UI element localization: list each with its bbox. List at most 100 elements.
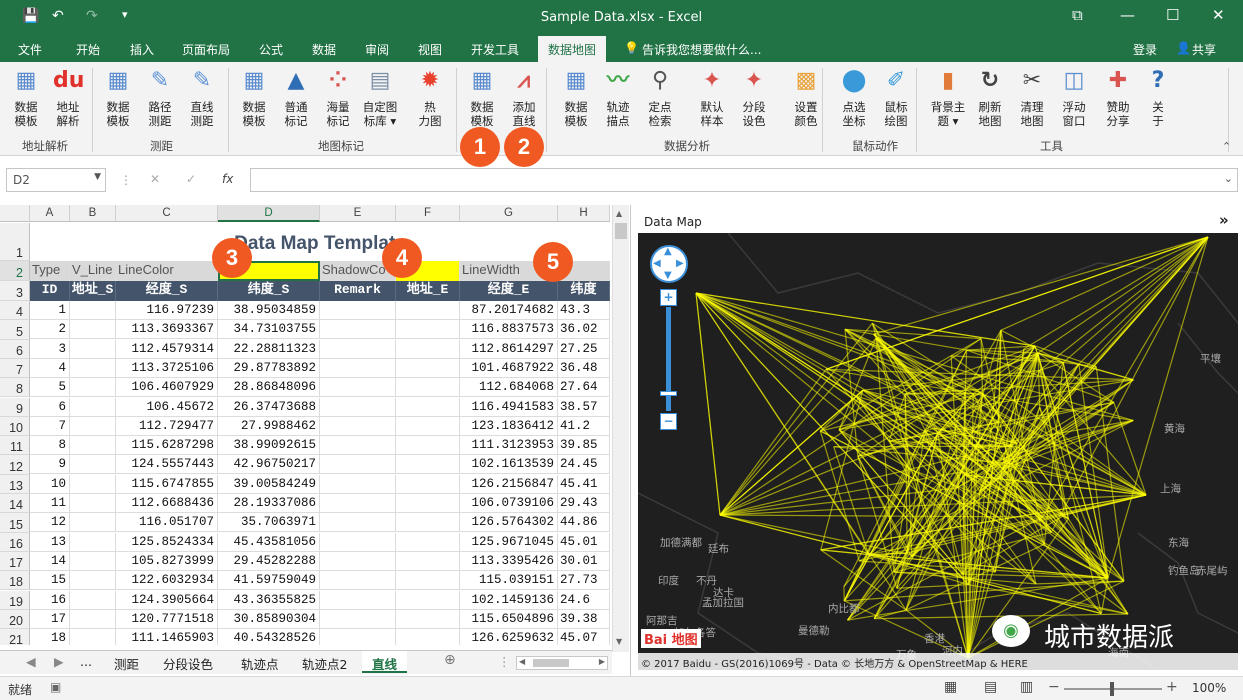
table-cell[interactable]: 113.3693367 xyxy=(116,320,218,340)
table-cell[interactable]: 5 xyxy=(30,378,70,398)
table-cell[interactable]: 39.38 xyxy=(558,609,610,629)
pan-left-icon[interactable]: ◀ xyxy=(653,258,661,269)
column-header[interactable]: B xyxy=(70,205,116,222)
ribbon-display-icon[interactable]: ⧉ xyxy=(1072,6,1083,24)
row-header[interactable]: 20 xyxy=(0,609,30,630)
table-cell[interactable]: 36.02 xyxy=(558,320,610,340)
prev-sheet-icon[interactable]: ◀ xyxy=(26,654,36,669)
table-cell[interactable]: 102.1459136 xyxy=(460,590,558,610)
column-header[interactable]: E xyxy=(320,205,396,222)
table-cell[interactable]: 125.9671045 xyxy=(460,532,558,552)
table-cell[interactable]: 101.4687922 xyxy=(460,358,558,378)
table-cell[interactable]: 24.45 xyxy=(558,455,610,475)
scroll-left-icon[interactable]: ◀ xyxy=(519,657,525,666)
header-cell[interactable]: 纬度 xyxy=(558,281,610,301)
scroll-up-icon[interactable]: ▲ xyxy=(616,209,622,218)
table-cell[interactable]: 28.86848096 xyxy=(218,378,320,398)
table-cell[interactable]: 115.039151 xyxy=(460,571,558,591)
table-cell[interactable]: 16 xyxy=(30,590,70,610)
ribbon-button-1[interactable]: du 地址 解析 xyxy=(48,66,88,128)
expand-formula-icon[interactable]: ⌄ xyxy=(1224,172,1233,185)
table-cell[interactable] xyxy=(70,455,116,475)
row-header[interactable]: 1 xyxy=(0,223,30,261)
header-cell[interactable]: 经度_S xyxy=(116,281,218,301)
table-cell[interactable]: 43.36355825 xyxy=(218,590,320,610)
ribbon-button-17[interactable]: ▩ 设置 颜色 xyxy=(786,66,826,128)
table-cell[interactable] xyxy=(320,474,396,494)
table-cell[interactable]: 112.8614297 xyxy=(460,339,558,359)
ribbon-button-10[interactable]: ▦ 数据 模板 xyxy=(462,66,502,128)
row-header[interactable]: 8 xyxy=(0,378,30,398)
ribbon-button-7[interactable]: ⁘ 海量 标记 xyxy=(318,66,358,128)
header-cell[interactable]: 地址_E xyxy=(396,281,460,301)
maximize-button[interactable]: ☐ xyxy=(1166,6,1179,24)
tab-review[interactable]: 审阅 xyxy=(365,41,389,58)
table-cell[interactable]: 105.8273999 xyxy=(116,551,218,571)
table-cell[interactable] xyxy=(70,301,116,320)
table-cell[interactable]: 27.9988462 xyxy=(218,416,320,436)
table-cell[interactable]: 126.2156847 xyxy=(460,474,558,494)
table-cell[interactable]: 115.6287298 xyxy=(116,436,218,456)
table-cell[interactable] xyxy=(396,455,460,475)
table-cell[interactable]: 123.1836412 xyxy=(460,416,558,436)
table-cell[interactable]: 126.6259632 xyxy=(460,629,558,645)
table-cell[interactable]: 27.73 xyxy=(558,571,610,591)
table-cell[interactable] xyxy=(70,629,116,645)
table-cell[interactable]: 126.5764302 xyxy=(460,513,558,533)
table-cell[interactable] xyxy=(320,571,396,591)
formula-input[interactable]: ⌄ xyxy=(250,168,1238,192)
row-header[interactable]: 16 xyxy=(0,532,30,552)
table-cell[interactable]: 1 xyxy=(30,301,70,320)
tab-developer[interactable]: 开发工具 xyxy=(471,41,519,58)
scroll-down-icon[interactable]: ▼ xyxy=(616,637,622,646)
ribbon-button-0[interactable]: ▦ 数据 模板 xyxy=(6,66,46,128)
row-header[interactable]: 14 xyxy=(0,494,30,514)
table-cell[interactable]: 106.4607929 xyxy=(116,378,218,398)
table-cell[interactable]: 4 xyxy=(30,358,70,378)
table-cell[interactable]: 8 xyxy=(30,436,70,456)
table-cell[interactable]: 39.00584249 xyxy=(218,474,320,494)
table-cell[interactable]: 45.41 xyxy=(558,474,610,494)
ribbon-button-20[interactable]: ▮ 背景主题 ▾ xyxy=(928,66,968,128)
header-cell[interactable]: Remark xyxy=(320,281,396,301)
map-canvas[interactable]: 平壤黄海上海东海钓鱼岛赤尾屿加德满都廷布不丹达卡加尔各答孟加拉国内比都万象河内曼… xyxy=(638,233,1238,670)
table-cell[interactable]: 116.051707 xyxy=(116,513,218,533)
row-header[interactable]: 2 xyxy=(0,261,30,281)
table-cell[interactable] xyxy=(320,436,396,456)
table-cell[interactable]: 45.01 xyxy=(558,532,610,552)
zoom-in-button[interactable]: + xyxy=(660,289,677,306)
close-button[interactable]: ✕ xyxy=(1212,6,1225,24)
tab-view[interactable]: 视图 xyxy=(418,41,442,58)
column-header[interactable]: F xyxy=(396,205,460,222)
table-cell[interactable]: 112.4579314 xyxy=(116,339,218,359)
table-cell[interactable]: 106.0739106 xyxy=(460,494,558,513)
ribbon-button-23[interactable]: ◫ 浮动 窗口 xyxy=(1054,66,1094,128)
table-cell[interactable] xyxy=(396,571,460,591)
column-header[interactable]: C xyxy=(116,205,218,222)
table-cell[interactable] xyxy=(396,629,460,645)
select-all-corner[interactable] xyxy=(0,205,30,222)
tell-me-box[interactable]: 告诉我您想要做什么... xyxy=(642,41,761,58)
table-cell[interactable]: 29.45282288 xyxy=(218,551,320,571)
worksheet-grid[interactable]: A B C D E F G H 1 2 3 4 5 6 7 8 9 10 11 12 13 14 15 16 17 18 19 20 2… xyxy=(0,205,612,645)
table-cell[interactable]: 44.86 xyxy=(558,513,610,533)
table-cell[interactable]: 116.4941583 xyxy=(460,397,558,417)
vertical-scrollbar[interactable]: ▲ ▼ xyxy=(612,205,629,652)
pan-up-icon[interactable]: ▲ xyxy=(664,246,672,257)
page-layout-view-icon[interactable]: ▤ xyxy=(984,679,997,695)
table-cell[interactable]: 38.99092615 xyxy=(218,436,320,456)
row-header[interactable]: 4 xyxy=(0,301,30,321)
row-header[interactable]: 21 xyxy=(0,629,30,645)
row-header[interactable]: 12 xyxy=(0,455,30,475)
table-cell[interactable] xyxy=(70,320,116,340)
table-cell[interactable]: 11 xyxy=(30,494,70,513)
table-cell[interactable]: 116.97239 xyxy=(116,301,218,320)
share-button[interactable]: 共享 xyxy=(1192,41,1216,58)
sheet-tab-track2[interactable]: 轨迹点2 xyxy=(302,654,347,673)
table-cell[interactable]: 38.57 xyxy=(558,397,610,417)
table-cell[interactable]: 124.5557443 xyxy=(116,455,218,475)
table-cell[interactable]: 45.43581056 xyxy=(218,532,320,552)
table-cell[interactable] xyxy=(320,301,396,320)
zoom-level[interactable]: 100% xyxy=(1192,681,1226,695)
zoom-slider-thumb[interactable] xyxy=(1110,682,1114,696)
